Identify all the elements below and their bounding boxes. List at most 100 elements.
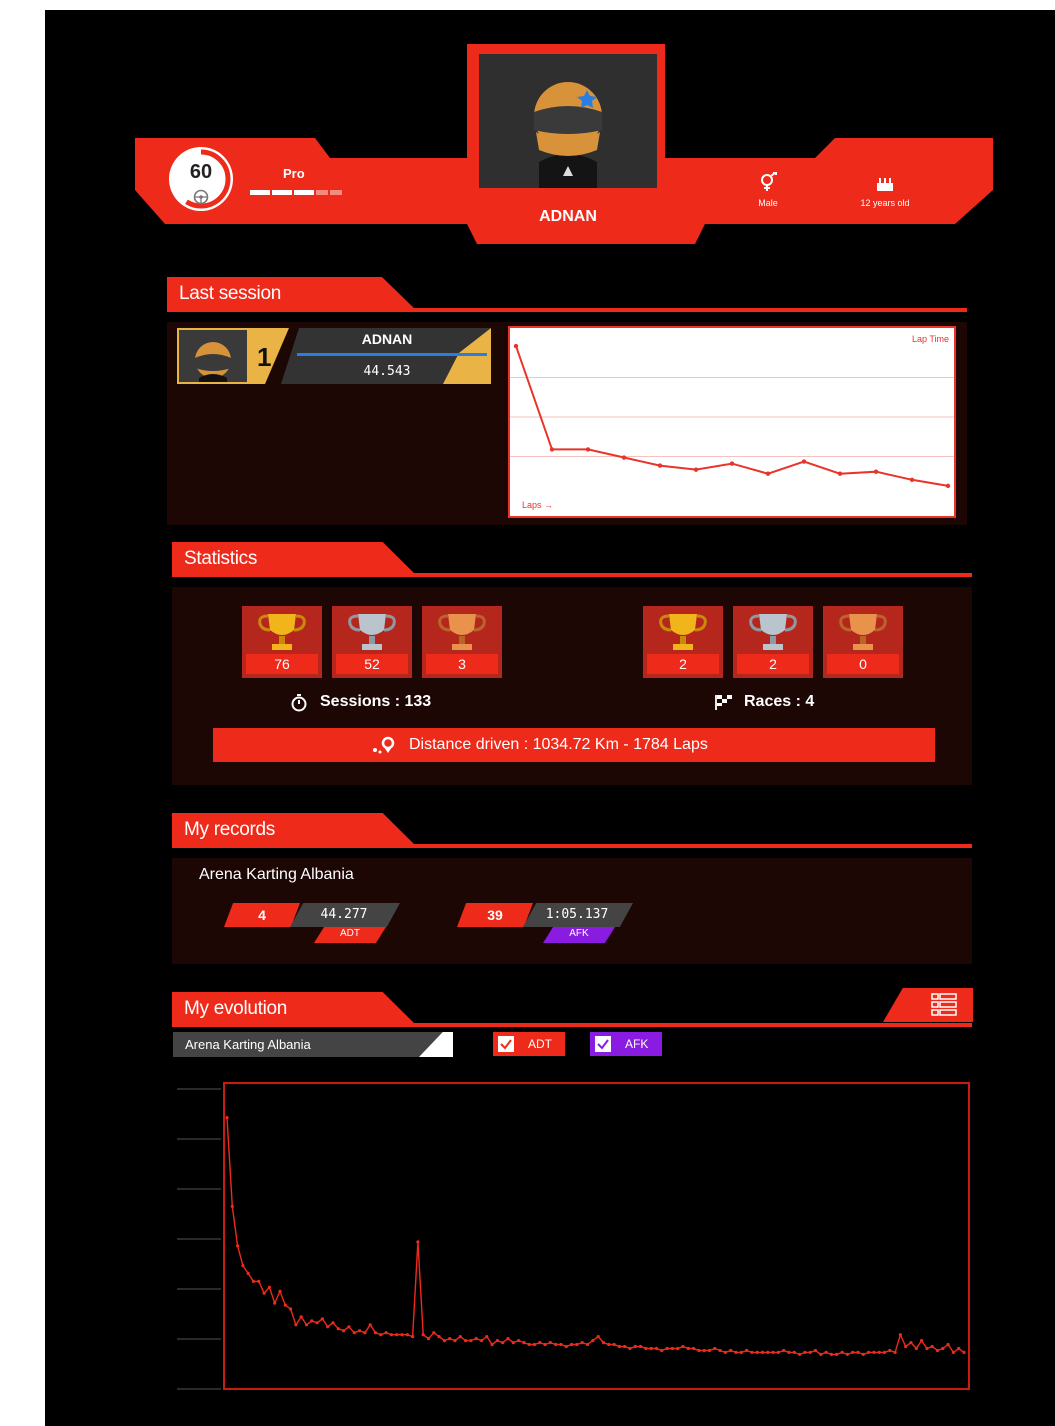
avatar[interactable] <box>479 54 657 188</box>
evolution-point <box>872 1350 876 1354</box>
evolution-point <box>554 1342 558 1347</box>
lap-time-point <box>693 467 699 472</box>
evolution-point <box>782 1348 786 1353</box>
evolution-point <box>734 1350 738 1354</box>
evolution-point <box>824 1350 828 1354</box>
evolution-point <box>718 1348 722 1353</box>
evolution-point <box>623 1344 627 1349</box>
y-tick-mark <box>177 1088 221 1090</box>
evolution-point <box>676 1346 680 1351</box>
checkbox-icon[interactable] <box>498 1036 514 1052</box>
evolution-point <box>373 1331 378 1335</box>
evolution-point <box>495 1339 499 1343</box>
evolution-point <box>596 1335 600 1339</box>
evolution-point <box>957 1346 961 1351</box>
lap-time-point <box>585 447 591 452</box>
evolution-point <box>941 1346 945 1351</box>
evolution-point <box>421 1333 425 1337</box>
evolution-point <box>585 1342 590 1347</box>
evolution-point <box>241 1264 245 1268</box>
silver-trophy-card: 2 <box>733 606 813 678</box>
record-item-adt[interactable]: 4 44.277 ADT <box>224 900 404 948</box>
evolution-point <box>352 1331 356 1335</box>
route-pin-icon <box>373 736 395 754</box>
trophy-count: 76 <box>246 654 318 674</box>
evolution-point <box>591 1339 595 1343</box>
evolution-point <box>861 1352 865 1356</box>
evolution-point <box>829 1352 834 1356</box>
evolution-point <box>792 1350 796 1354</box>
evolution-point <box>506 1337 510 1341</box>
evolution-point <box>702 1348 706 1353</box>
record-time: 1:05.137 <box>545 907 609 922</box>
evolution-point <box>548 1341 552 1345</box>
evolution-point <box>400 1333 404 1337</box>
evolution-point <box>760 1350 765 1354</box>
birthday-cake-icon <box>877 178 893 191</box>
evolution-point <box>299 1315 303 1319</box>
y-tick-mark <box>177 1288 221 1290</box>
lap-time-axis-label: Lap Time <box>911 334 949 344</box>
evolution-point <box>474 1337 478 1341</box>
lap-time-point <box>549 447 555 452</box>
gold-trophy-icon <box>258 614 306 650</box>
evolution-point <box>686 1346 690 1351</box>
evolution-point <box>559 1342 563 1347</box>
profile-page: ADNAN 60 Pro Male 12 years old Last sess… <box>45 10 1055 1426</box>
evolution-point <box>707 1348 712 1353</box>
evolution-point <box>893 1350 897 1354</box>
driver-name-underline <box>297 353 487 356</box>
evolution-point <box>877 1350 881 1354</box>
evolution-point <box>479 1339 484 1343</box>
filter-label: AFK <box>625 1037 649 1051</box>
evolution-point <box>517 1339 521 1343</box>
last-session-divider <box>167 308 967 312</box>
evolution-point <box>464 1339 468 1343</box>
evolution-point <box>607 1342 611 1347</box>
track-select[interactable]: Arena Karting Albania <box>173 1032 453 1057</box>
silver-trophy-card: 52 <box>332 606 412 678</box>
lap-time-point <box>657 463 663 468</box>
evolution-point <box>469 1339 473 1343</box>
gold-trophy-card: 76 <box>242 606 322 678</box>
evolution-point <box>342 1329 346 1333</box>
filter-adt[interactable]: ADT <box>493 1032 565 1056</box>
evolution-point <box>808 1350 812 1354</box>
trophy-count: 3 <box>426 654 498 674</box>
evolution-point <box>304 1323 309 1327</box>
bronze-trophy-icon <box>839 614 887 650</box>
record-item-afk[interactable]: 39 1:05.137 AFK <box>457 900 637 948</box>
list-view-button[interactable] <box>883 988 973 1022</box>
evolution-point <box>776 1350 781 1354</box>
driver-helmet-icon <box>195 342 231 382</box>
evolution-point <box>803 1350 807 1354</box>
evolution-point <box>575 1342 579 1347</box>
filter-afk[interactable]: AFK <box>590 1032 662 1056</box>
evolution-point <box>347 1325 351 1329</box>
evolution-point <box>278 1289 282 1293</box>
y-tick-mark <box>177 1138 221 1140</box>
statistics-title: Statistics <box>172 542 417 576</box>
evolution-point <box>458 1335 462 1339</box>
records-track-name: Arena Karting Albania <box>199 866 354 883</box>
evolution-point <box>654 1346 659 1351</box>
lap-time-point <box>765 471 771 476</box>
evolution-point <box>692 1346 696 1351</box>
evolution-point <box>904 1344 908 1349</box>
evolution-point <box>755 1350 759 1354</box>
evolution-point <box>315 1321 319 1325</box>
evolution-point <box>946 1342 950 1347</box>
races-count: Races : 4 <box>744 693 815 710</box>
evolution-point <box>426 1337 431 1341</box>
lap-time-point <box>513 343 519 349</box>
evolution-point <box>798 1352 802 1356</box>
records-title: My records <box>172 813 417 847</box>
trophy-count: 0 <box>827 654 899 674</box>
evolution-point <box>882 1350 887 1354</box>
evolution-point <box>405 1333 409 1337</box>
evolution-point <box>888 1348 892 1353</box>
checkbox-icon[interactable] <box>595 1036 611 1052</box>
track-select-arrow[interactable] <box>419 1032 453 1057</box>
y-tick-mark <box>177 1338 221 1340</box>
records-divider <box>172 844 972 848</box>
